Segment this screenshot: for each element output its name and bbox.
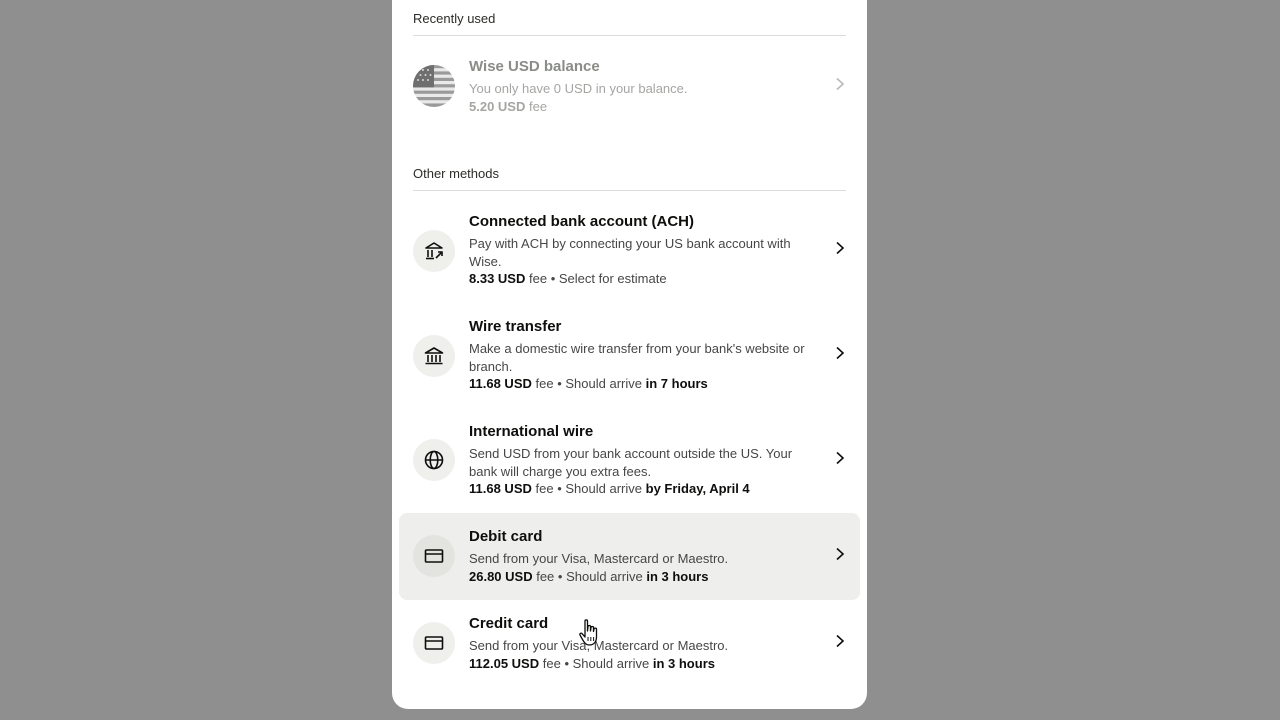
fee-word: fee: [529, 98, 548, 114]
section-heading-recently-used: Recently used: [413, 11, 846, 36]
hand-pointer-cursor-icon: [579, 619, 598, 646]
arrival-prefix: Should arrive: [565, 376, 642, 391]
option-fee-line: 112.05 USD fee • Should arrive in 3 hour…: [469, 655, 817, 673]
option-international-wire[interactable]: International wire Send USD from your ba…: [399, 410, 860, 508]
separator: •: [557, 568, 563, 584]
arrival-time: by Friday, April 4: [645, 481, 750, 496]
option-title: Connected bank account (ACH): [469, 213, 695, 230]
option-title: International wire: [469, 423, 594, 440]
fee-amount: 5.20 USD: [469, 98, 526, 114]
option-description: Pay with ACH by connecting your US bank …: [469, 236, 791, 269]
option-title: Debit card: [469, 528, 543, 545]
option-title: Wise USD balance: [469, 58, 600, 75]
fee-word: fee: [529, 271, 548, 286]
option-title: Wire transfer: [469, 318, 562, 335]
bank-icon: [413, 335, 455, 377]
option-description: Send from your Visa, Mastercard or Maest…: [469, 551, 729, 566]
option-title: Credit card: [469, 615, 549, 632]
option-wire-transfer[interactable]: Wire transfer Make a domestic wire trans…: [399, 305, 860, 403]
globe-icon: [413, 439, 455, 481]
option-debit-card[interactable]: Debit card Send from your Visa, Masterca…: [399, 513, 860, 600]
fee-amount: 112.05 USD: [469, 655, 540, 671]
option-fee-line: 5.20 USD fee: [469, 98, 817, 116]
option-description: You only have 0 USD in your balance.: [469, 81, 688, 96]
fee-word: fee: [536, 568, 555, 584]
chevron-right-icon: [836, 547, 845, 561]
fee-word: fee: [535, 481, 554, 496]
option-description: Make a domestic wire transfer from your …: [469, 341, 805, 374]
arrival-prefix: Should arrive: [572, 655, 650, 671]
chevron-right-icon: [836, 451, 845, 465]
option-fee-line: 26.80 USD fee • Should arrive in 3 hours: [469, 568, 817, 586]
section-heading-other-methods: Other methods: [413, 166, 846, 191]
separator: •: [564, 655, 569, 671]
arrival-prefix: Should arrive: [565, 481, 642, 496]
option-description: Send USD from your bank account outside …: [469, 446, 793, 479]
fee-amount: 8.33 USD: [469, 271, 526, 286]
bank-connect-icon: [413, 230, 455, 272]
chevron-right-icon: [836, 634, 845, 648]
chevron-right-icon: [836, 241, 845, 255]
option-text: International wire Send USD from your ba…: [469, 422, 817, 498]
option-fee-line: 8.33 USD fee • Select for estimate: [469, 270, 817, 288]
payment-method-panel: Recently used Wise USD balance You only …: [392, 0, 867, 709]
option-fee-line: 11.68 USD fee • Should arrive in 7 hours: [469, 375, 817, 393]
separator: •: [557, 481, 562, 496]
option-text: Wise USD balance You only have 0 USD in …: [469, 57, 817, 115]
card-icon: [413, 535, 455, 577]
separator: •: [550, 271, 556, 286]
fee-word: fee: [542, 655, 561, 671]
arrival-prefix: Should arrive: [566, 568, 643, 584]
us-flag-icon: [413, 65, 455, 107]
option-fee-line: 11.68 USD fee • Should arrive by Friday,…: [469, 480, 817, 498]
fee-amount: 11.68 USD: [469, 376, 532, 391]
option-wise-usd-balance[interactable]: Wise USD balance You only have 0 USD in …: [399, 46, 860, 124]
option-text: Connected bank account (ACH) Pay with AC…: [469, 212, 817, 288]
separator: •: [557, 376, 562, 391]
arrival-time: in 7 hours: [645, 376, 708, 391]
card-icon: [413, 622, 455, 664]
option-text: Credit card Send from your Visa, Masterc…: [469, 614, 817, 672]
option-description: Send from your Visa, Mastercard or Maest…: [469, 638, 729, 653]
fee-word: fee: [535, 376, 554, 391]
fee-amount: 11.68 USD: [469, 481, 532, 496]
chevron-right-icon: [836, 77, 845, 91]
arrival-time: in 3 hours: [652, 655, 715, 671]
option-text: Wire transfer Make a domestic wire trans…: [469, 317, 817, 393]
chevron-right-icon: [836, 346, 845, 360]
estimate-text: Select for estimate: [558, 271, 667, 286]
option-ach[interactable]: Connected bank account (ACH) Pay with AC…: [399, 200, 860, 298]
arrival-time: in 3 hours: [646, 568, 709, 584]
option-text: Debit card Send from your Visa, Masterca…: [469, 527, 817, 585]
fee-amount: 26.80 USD: [469, 568, 533, 584]
option-credit-card[interactable]: Credit card Send from your Visa, Masterc…: [399, 601, 860, 687]
